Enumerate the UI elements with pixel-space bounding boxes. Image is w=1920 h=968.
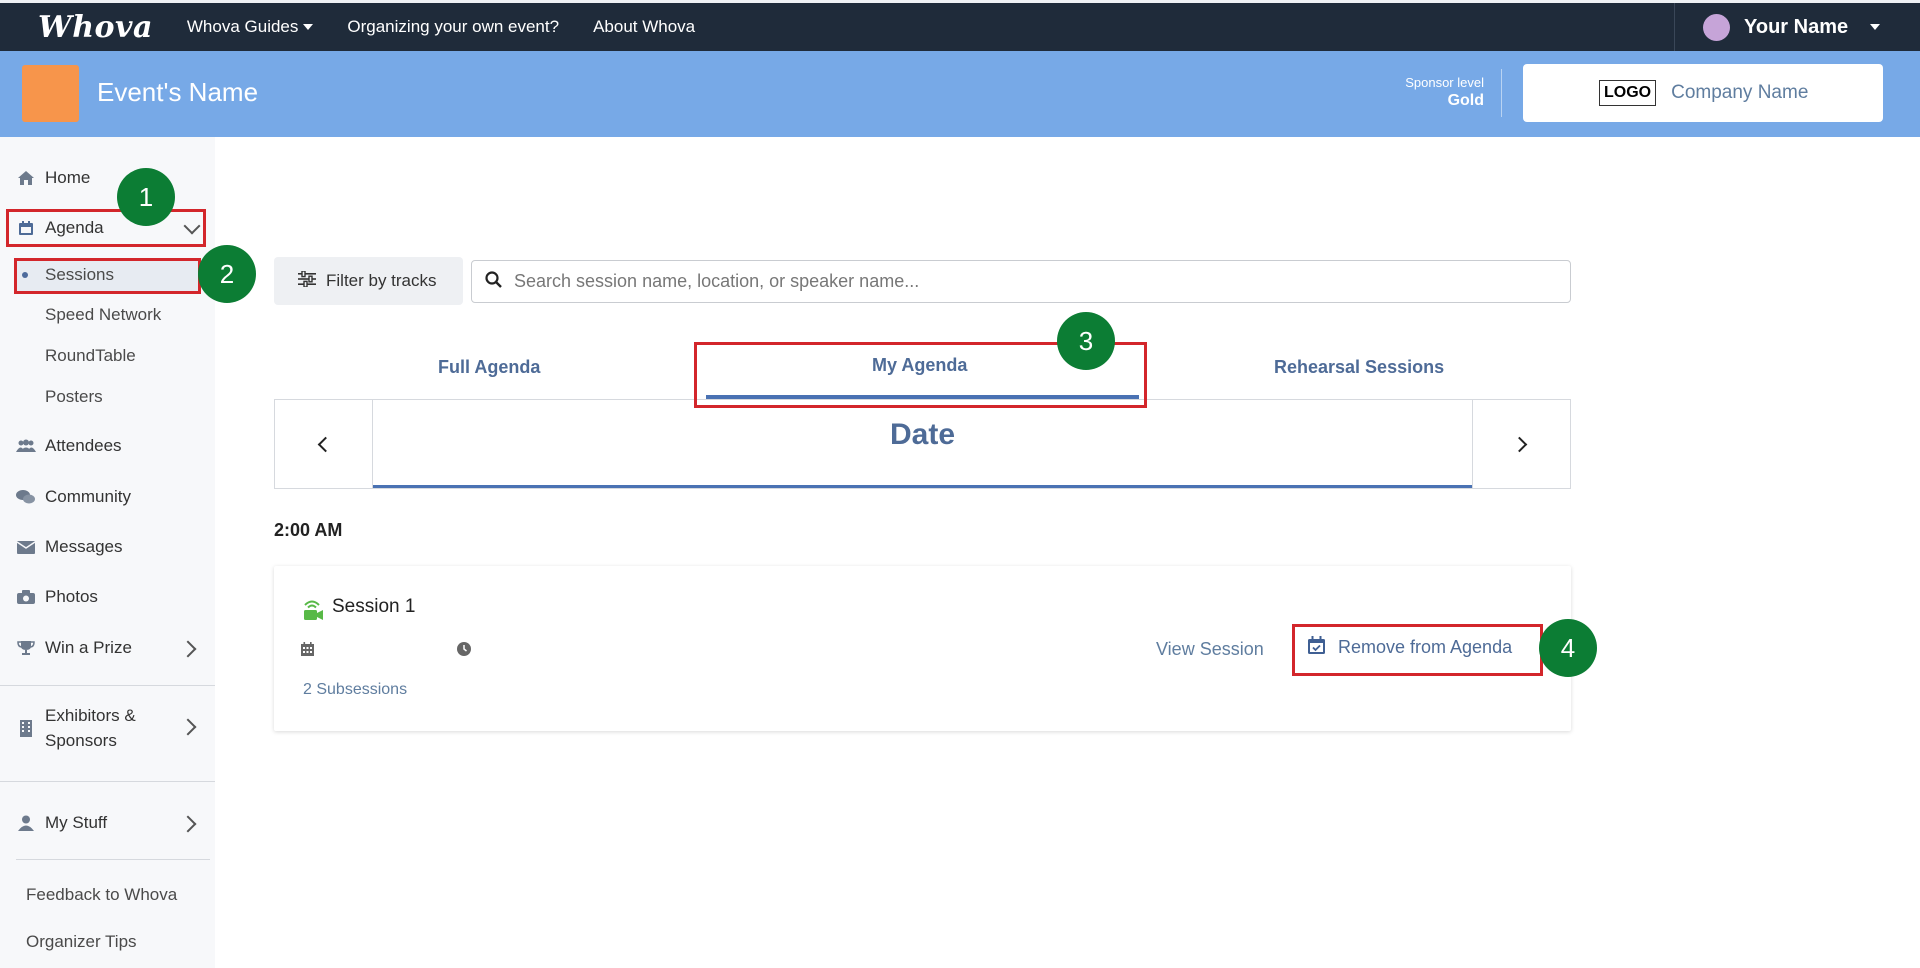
sidebar-item-label: Home [45, 168, 91, 187]
sliders-icon [298, 269, 316, 292]
divider [1501, 69, 1502, 117]
users-icon [16, 436, 36, 456]
tab-rehearsal-sessions[interactable]: Rehearsal Sessions [1274, 357, 1444, 378]
user-name: Your Name [1744, 15, 1849, 38]
chevron-right-icon[interactable] [179, 815, 197, 833]
sponsor-level: Sponsor level Gold [1330, 75, 1484, 110]
clock-icon [457, 642, 471, 661]
subsessions-link[interactable]: 2 Subsessions [303, 681, 407, 699]
user-icon [16, 813, 36, 833]
avatar [1703, 13, 1730, 41]
session-title[interactable]: Session 1 [332, 596, 415, 618]
date-active-indicator [373, 485, 1472, 488]
search-bar [471, 260, 1571, 303]
annotation-highlight-remove [1292, 624, 1543, 676]
previous-date-button[interactable] [275, 400, 373, 488]
tab-full-agenda[interactable]: Full Agenda [438, 357, 540, 378]
sidebar-item-label: Messages [45, 537, 123, 556]
sidebar-item-roundtable[interactable]: RoundTable [45, 346, 136, 366]
nav-whova-guides[interactable]: Whova Guides [187, 17, 314, 37]
sidebar-item-label: Exhibitors & Sponsors [45, 703, 136, 753]
company-card[interactable]: LOGO Company Name [1523, 64, 1883, 122]
date-label: Date [889, 418, 956, 451]
sidebar-item-speed-network[interactable]: Speed Network [45, 305, 161, 325]
sidebar-item-messages[interactable]: Messages [16, 537, 122, 557]
chevron-right-icon[interactable] [179, 718, 197, 736]
annotation-marker-3: 3 [1057, 312, 1115, 370]
annotation-highlight-agenda [6, 209, 206, 247]
annotation-marker-1: 1 [117, 168, 175, 226]
company-logo: LOGO [1599, 80, 1657, 106]
home-icon [16, 168, 36, 188]
next-date-button[interactable] [1472, 400, 1570, 488]
building-icon [16, 718, 36, 738]
nav-organizing-event[interactable]: Organizing your own event? [347, 17, 559, 37]
view-session-button[interactable]: View Session [1156, 639, 1264, 660]
search-input[interactable] [514, 271, 1514, 292]
chat-bubbles-icon [16, 487, 36, 507]
event-header: Event's Name Sponsor level Gold LOGO Com… [0, 51, 1920, 137]
exhibitors-label-line1: Exhibitors & [45, 706, 136, 725]
search-icon [485, 270, 502, 293]
sidebar-item-home[interactable]: Home [16, 168, 90, 188]
sidebar-item-organizer-tips[interactable]: Organizer Tips [26, 932, 137, 952]
sidebar-item-label: Photos [45, 587, 98, 606]
caret-down-icon [1870, 24, 1881, 30]
divider [0, 685, 215, 686]
filter-label: Filter by tracks [326, 271, 437, 290]
sidebar-item-win-prize[interactable]: Win a Prize [16, 638, 132, 658]
annotation-marker-2: 2 [198, 245, 256, 303]
time-slot-label: 2:00 AM [274, 520, 343, 540]
sidebar-item-label: My Stuff [45, 813, 108, 832]
envelope-icon [16, 537, 36, 557]
sidebar-item-attendees[interactable]: Attendees [16, 436, 122, 456]
sidebar-item-label: Win a Prize [45, 638, 132, 657]
annotation-marker-4: 4 [1539, 619, 1597, 677]
sponsor-level-value: Gold [1447, 92, 1484, 109]
nav-whova-guides-label: Whova Guides [186, 17, 299, 36]
sidebar-item-photos[interactable]: Photos [16, 587, 98, 607]
sidebar-item-label: Community [45, 487, 131, 506]
sidebar-item-exhibitors[interactable]: Exhibitors & Sponsors [16, 703, 136, 753]
caret-down-icon [303, 24, 314, 30]
divider [0, 781, 215, 782]
chevron-left-icon [317, 436, 334, 452]
chevron-right-icon [1511, 436, 1528, 452]
nav-about-whova[interactable]: About Whova [593, 17, 695, 37]
top-navbar: Whova Whova Guides Organizing your own e… [0, 0, 1920, 51]
filter-by-tracks-button[interactable]: Filter by tracks [274, 257, 463, 305]
sponsor-level-label: Sponsor level [1405, 75, 1484, 90]
company-name: Company Name [1671, 82, 1809, 103]
event-name: Event's Name [97, 77, 259, 107]
whova-logo[interactable]: Whova [38, 10, 153, 45]
sidebar-item-feedback[interactable]: Feedback to Whova [26, 885, 177, 905]
trophy-icon [16, 638, 36, 658]
virtual-session-icon [302, 599, 324, 626]
camera-icon [16, 587, 36, 607]
user-menu[interactable]: Your Name [1674, 3, 1920, 51]
sidebar-item-community[interactable]: Community [16, 487, 131, 507]
sidebar-item-label: Attendees [45, 436, 122, 455]
annotation-highlight-sessions [14, 258, 201, 294]
sidebar-item-my-stuff[interactable]: My Stuff [16, 813, 107, 833]
sidebar-item-posters[interactable]: Posters [45, 387, 103, 407]
event-logo [22, 65, 79, 122]
calendar-icon [301, 642, 314, 661]
divider [16, 859, 210, 860]
chevron-right-icon[interactable] [179, 640, 197, 658]
exhibitors-label-line2: Sponsors [45, 731, 117, 750]
date-navigator: Date [274, 400, 1571, 489]
